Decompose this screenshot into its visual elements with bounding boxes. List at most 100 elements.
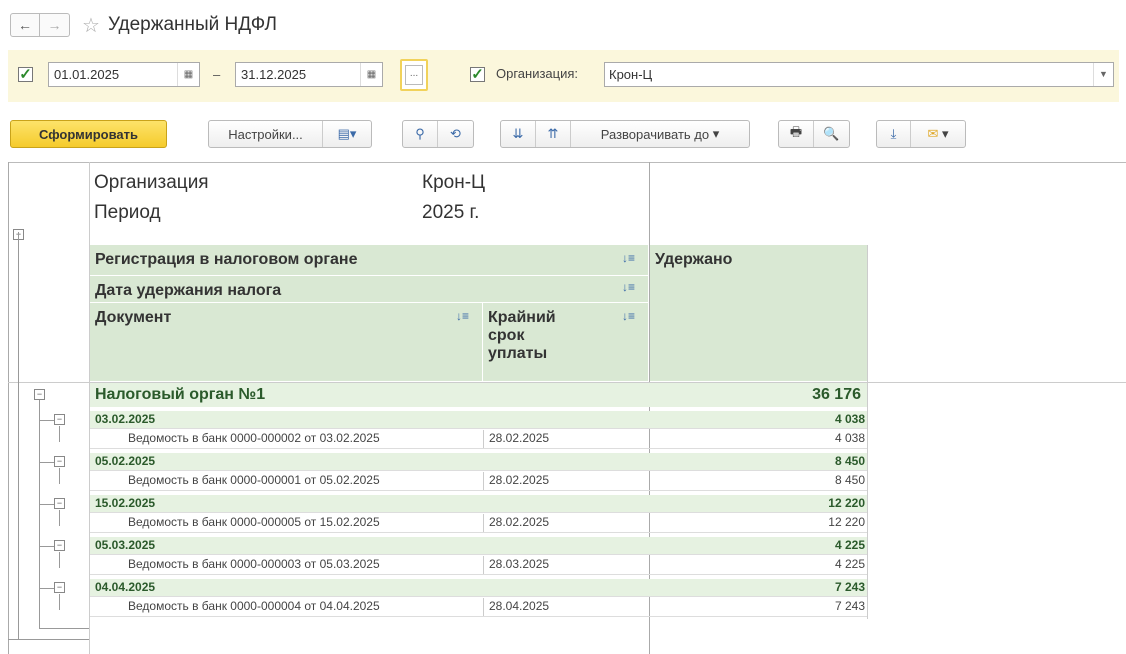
- calendar-icon[interactable]: ▦: [177, 63, 199, 86]
- envelope-icon: ✉: [927, 126, 939, 141]
- date-to-value: 31.12.2025: [241, 67, 307, 82]
- date-group-label: 05.03.2025: [95, 538, 156, 552]
- date-group-row[interactable]: 04.04.2025 7 243: [90, 579, 867, 596]
- collapse-tax-office-icon[interactable]: −: [34, 389, 45, 400]
- tax-office-row[interactable]: Налоговый орган №1 36 176: [90, 383, 867, 407]
- deadline-value: 28.02.2025: [489, 431, 550, 445]
- header-document-label: Документ: [95, 309, 172, 326]
- expand-to-button[interactable]: Разворачивать до ▾: [571, 121, 749, 147]
- organization-value: Крон-Ц: [609, 67, 653, 82]
- collapse-date-icon[interactable]: −: [54, 540, 65, 551]
- collapse-date-icon[interactable]: −: [54, 414, 65, 425]
- search-group: ⚲ ⟲: [402, 120, 474, 148]
- preview-button[interactable]: 🔍: [814, 121, 849, 147]
- organization-field[interactable]: Крон-Ц ▼: [604, 62, 1114, 87]
- header-registration[interactable]: Регистрация в налоговом органе: [90, 245, 648, 275]
- date-group-total: 8 450: [834, 454, 865, 468]
- date-group-total: 7 243: [834, 580, 865, 594]
- send-button[interactable]: ✉ ▾: [911, 121, 965, 147]
- header-date-label: Дата удержания налога: [95, 282, 282, 299]
- arrow-right-icon: →: [47, 17, 62, 33]
- period-value: 2025 г.: [422, 202, 480, 223]
- document-row[interactable]: Ведомость в банк 0000-000004 от 04.04.20…: [90, 598, 867, 615]
- document-value: 12 220: [828, 515, 865, 529]
- document-label: Ведомость в банк 0000-000001 от 05.02.20…: [128, 473, 380, 487]
- document-value: 4 225: [834, 557, 865, 571]
- sort-icon[interactable]: ↓≡: [456, 309, 469, 323]
- sort-icon[interactable]: ↓≡: [622, 280, 635, 294]
- date-from-field[interactable]: 01.01.2025 ▦: [48, 62, 200, 87]
- date-group-total: 12 220: [828, 496, 865, 510]
- expand-all-button[interactable]: ⇊: [501, 121, 536, 147]
- expand-all-icon: ⇊: [512, 126, 524, 141]
- deadline-value: 28.03.2025: [489, 557, 550, 571]
- expand-group: ⇊ ⇈ Разворачивать до ▾: [500, 120, 750, 148]
- report-area: Организация Крон-Ц Период 2025 г. − Реги…: [8, 162, 1126, 654]
- date-separator: –: [213, 67, 221, 82]
- document-row[interactable]: Ведомость в банк 0000-000005 от 15.02.20…: [90, 514, 867, 531]
- period-checkbox[interactable]: ✓: [18, 67, 33, 82]
- print-group: 🖶 🔍: [778, 120, 850, 148]
- ellipsis-label: ...: [405, 65, 423, 85]
- header-deadline-label: Крайний срок уплаты: [488, 309, 556, 362]
- period-select-button[interactable]: ...: [400, 59, 428, 91]
- export-group: ⤓ ✉ ▾: [876, 120, 966, 148]
- settings-button[interactable]: Настройки...: [209, 121, 323, 147]
- date-group-row[interactable]: 03.02.2025 4 038: [90, 411, 867, 428]
- document-value: 7 243: [834, 599, 865, 613]
- back-button[interactable]: ←: [10, 13, 40, 37]
- collapse-date-icon[interactable]: −: [54, 582, 65, 593]
- chevron-down-icon[interactable]: ▼: [1093, 63, 1113, 86]
- date-group-total: 4 038: [834, 412, 865, 426]
- sort-icon[interactable]: ↓≡: [622, 309, 635, 323]
- period-caption: Период: [94, 202, 161, 223]
- header-document[interactable]: Документ: [90, 303, 482, 381]
- generate-button[interactable]: Сформировать: [10, 120, 167, 148]
- search-next-button[interactable]: ⟲: [438, 121, 473, 147]
- document-row[interactable]: Ведомость в банк 0000-000003 от 05.03.20…: [90, 556, 867, 573]
- header-date[interactable]: Дата удержания налога: [90, 276, 648, 302]
- deadline-value: 28.02.2025: [489, 515, 550, 529]
- header-withheld-label: Удержано: [655, 251, 733, 268]
- header-withheld[interactable]: Удержано: [650, 245, 867, 381]
- document-label: Ведомость в банк 0000-000004 от 04.04.20…: [128, 599, 380, 613]
- collapse-date-icon[interactable]: −: [54, 456, 65, 467]
- tax-office-label: Налоговый орган №1: [95, 386, 266, 403]
- printer-icon: 🖶: [789, 124, 803, 139]
- document-label: Ведомость в банк 0000-000005 от 15.02.20…: [128, 515, 380, 529]
- date-group-label: 04.04.2025: [95, 580, 156, 594]
- date-group-row[interactable]: 15.02.2025 12 220: [90, 495, 867, 512]
- document-label: Ведомость в банк 0000-000002 от 03.02.20…: [128, 431, 380, 445]
- collapse-all-icon: ⇈: [547, 126, 559, 141]
- document-row[interactable]: Ведомость в банк 0000-000001 от 05.02.20…: [90, 472, 867, 489]
- print-button[interactable]: 🖶: [779, 121, 814, 147]
- collapse-all-button[interactable]: ⇈: [536, 121, 571, 147]
- organization-value: Крон-Ц: [422, 172, 486, 193]
- report-variant-icon: ▤▾: [337, 126, 357, 141]
- variant-dropdown[interactable]: ▤▾: [323, 121, 371, 147]
- calendar-icon[interactable]: ▦: [360, 63, 382, 86]
- document-value: 4 038: [834, 431, 865, 445]
- filter-bar: ✓ 01.01.2025 ▦ – 31.12.2025 ▦ ... ✓ Орга…: [8, 50, 1119, 102]
- date-group-row[interactable]: 05.02.2025 8 450: [90, 453, 867, 470]
- search-icon: ⚲: [415, 126, 425, 141]
- search-button[interactable]: ⚲: [403, 121, 438, 147]
- search-next-icon: ⟲: [450, 126, 461, 141]
- deadline-value: 28.02.2025: [489, 473, 550, 487]
- document-row[interactable]: Ведомость в банк 0000-000002 от 03.02.20…: [90, 430, 867, 447]
- organization-checkbox[interactable]: ✓: [470, 67, 485, 82]
- date-to-field[interactable]: 31.12.2025 ▦: [235, 62, 383, 87]
- star-icon[interactable]: ☆: [82, 13, 100, 38]
- sort-icon[interactable]: ↓≡: [622, 251, 635, 265]
- date-from-value: 01.01.2025: [54, 67, 120, 82]
- date-group-row[interactable]: 05.03.2025 4 225: [90, 537, 867, 554]
- tax-office-total: 36 176: [812, 386, 861, 403]
- save-button[interactable]: ⤓: [877, 121, 911, 147]
- collapse-date-icon[interactable]: −: [54, 498, 65, 509]
- organization-label: Организация:: [496, 66, 579, 81]
- arrow-left-icon: ←: [18, 17, 32, 33]
- date-group-label: 15.02.2025: [95, 496, 156, 510]
- forward-button[interactable]: →: [40, 13, 70, 37]
- settings-group: Настройки... ▤▾: [208, 120, 372, 148]
- download-icon: ⤓: [890, 126, 897, 141]
